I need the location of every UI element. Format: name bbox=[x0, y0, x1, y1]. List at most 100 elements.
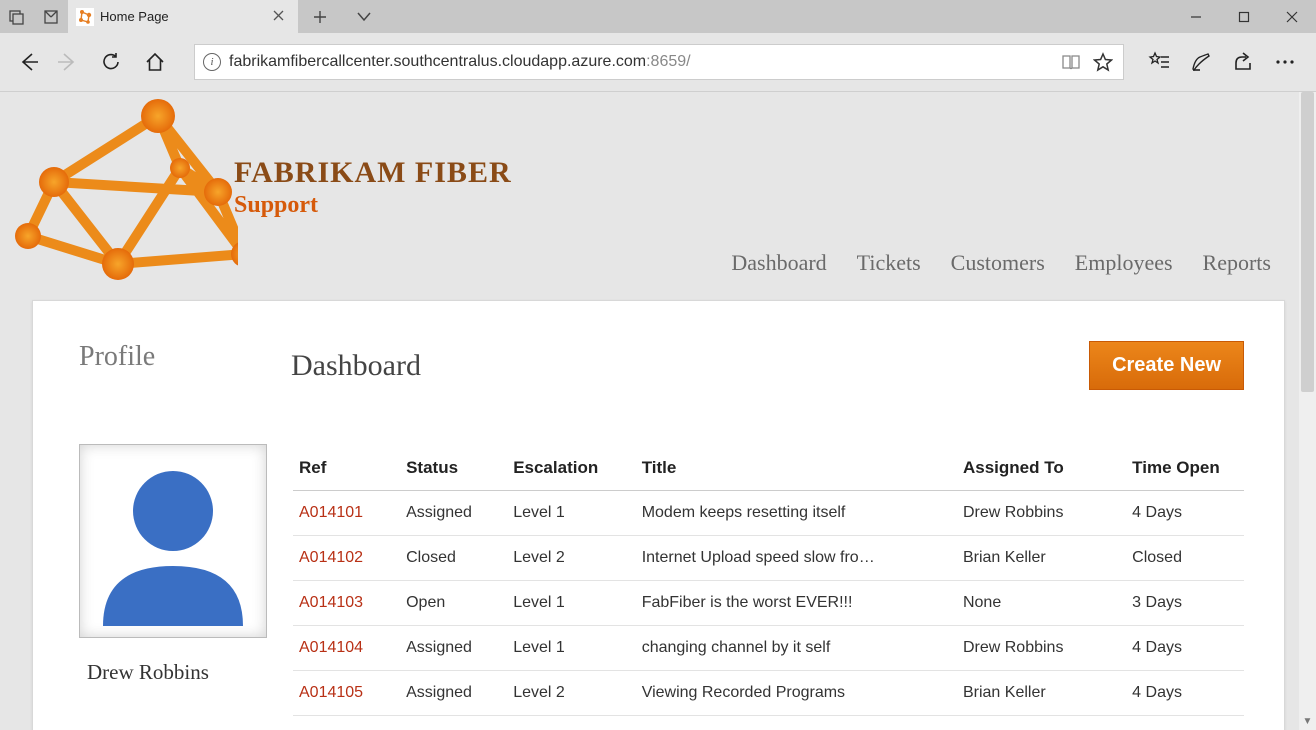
nav-customers[interactable]: Customers bbox=[951, 250, 1045, 276]
scroll-down-icon[interactable]: ▼ bbox=[1299, 713, 1316, 730]
cell-escalation: Level 1 bbox=[507, 626, 636, 671]
cell-status: Assigned bbox=[400, 626, 507, 671]
page-content: FABRIKAM FIBER Support Dashboard Tickets… bbox=[0, 92, 1299, 730]
table-row: A014102ClosedLevel 2Internet Upload spee… bbox=[293, 536, 1244, 581]
dashboard-heading: Dashboard bbox=[291, 349, 421, 383]
col-status: Status bbox=[400, 444, 507, 491]
content-body: Drew Robbins Ref Status Escalation Ti bbox=[79, 444, 1244, 716]
cell-time: Closed bbox=[1126, 536, 1244, 581]
browser-tab[interactable]: Home Page bbox=[68, 0, 298, 33]
cell-status: Assigned bbox=[400, 671, 507, 716]
nav-reports[interactable]: Reports bbox=[1203, 250, 1271, 276]
table-row: A014104 AssignedLevel 1changing channel b… bbox=[293, 626, 1244, 671]
col-escalation: Escalation bbox=[507, 444, 636, 491]
cell-ref: A014104 bbox=[293, 626, 400, 671]
reading-view-icon[interactable] bbox=[1059, 50, 1083, 74]
nav-employees[interactable]: Employees bbox=[1075, 250, 1173, 276]
tickets-table-wrap: Ref Status Escalation Title Assigned To … bbox=[293, 444, 1244, 716]
cell-title: Modem keeps resetting itself bbox=[636, 491, 957, 536]
maximize-button[interactable] bbox=[1220, 0, 1268, 33]
notes-icon[interactable] bbox=[1180, 43, 1222, 81]
col-ref: Ref bbox=[293, 444, 400, 491]
page-viewport: FABRIKAM FIBER Support Dashboard Tickets… bbox=[0, 92, 1316, 730]
cell-assigned: Brian Keller bbox=[957, 536, 1126, 581]
titlebar-left: Home Page bbox=[0, 0, 386, 33]
window-controls bbox=[1172, 0, 1316, 33]
tab-close-icon[interactable] bbox=[268, 8, 288, 26]
tickets-table: Ref Status Escalation Title Assigned To … bbox=[293, 444, 1244, 716]
address-bar[interactable]: i fabrikamfibercallcenter.southcentralus… bbox=[194, 44, 1124, 80]
brand-block: FABRIKAM FIBER Support bbox=[234, 156, 512, 219]
table-row: A014103OpenLevel 1FabFiber is the worst … bbox=[293, 581, 1244, 626]
cell-title: changing channel by it self bbox=[636, 626, 957, 671]
content-top: Profile Dashboard Create New bbox=[79, 341, 1244, 390]
profile-column: Profile bbox=[79, 341, 291, 373]
vertical-scrollbar[interactable]: ▲ ▼ bbox=[1299, 92, 1316, 730]
close-window-button[interactable] bbox=[1268, 0, 1316, 33]
refresh-button[interactable] bbox=[92, 43, 130, 81]
site-info-icon[interactable]: i bbox=[203, 53, 221, 71]
ticket-ref-link[interactable]: A014102 bbox=[299, 549, 363, 566]
cell-ref: A014101 bbox=[293, 491, 400, 536]
main-nav: Dashboard Tickets Customers Employees Re… bbox=[731, 250, 1271, 276]
profile-username: Drew Robbins bbox=[87, 660, 267, 685]
cell-time: 4 Days bbox=[1126, 626, 1244, 671]
tabs-aside-icon[interactable] bbox=[0, 0, 34, 33]
profile-heading: Profile bbox=[79, 341, 291, 373]
brand-title: FABRIKAM FIBER bbox=[234, 156, 512, 190]
settings-more-icon[interactable] bbox=[1264, 43, 1306, 81]
cell-escalation: Level 1 bbox=[507, 491, 636, 536]
ticket-ref-link[interactable]: A014101 bbox=[299, 504, 363, 521]
favorites-list-icon[interactable] bbox=[1138, 43, 1180, 81]
favorite-star-icon[interactable] bbox=[1091, 50, 1115, 74]
url-text: fabrikamfibercallcenter.southcentralus.c… bbox=[229, 53, 1051, 71]
cell-escalation: Level 2 bbox=[507, 536, 636, 581]
cell-ref: A014102 bbox=[293, 536, 400, 581]
col-assigned: Assigned To bbox=[957, 444, 1126, 491]
site-logo-icon bbox=[8, 96, 228, 321]
new-tab-button[interactable] bbox=[298, 0, 342, 33]
cell-ref: A014103 bbox=[293, 581, 400, 626]
cell-assigned: None bbox=[957, 581, 1126, 626]
content-card: Profile Dashboard Create New Drew Robbin… bbox=[32, 300, 1285, 730]
nav-dashboard[interactable]: Dashboard bbox=[731, 250, 826, 276]
cell-title: FabFiber is the worst EVER!!! bbox=[636, 581, 957, 626]
tab-title: Home Page bbox=[100, 9, 262, 24]
cell-status: Open bbox=[400, 581, 507, 626]
table-header-row: Ref Status Escalation Title Assigned To … bbox=[293, 444, 1244, 491]
share-icon[interactable] bbox=[1222, 43, 1264, 81]
home-button[interactable] bbox=[136, 43, 174, 81]
site-header: FABRIKAM FIBER Support Dashboard Tickets… bbox=[0, 92, 1299, 300]
nav-tickets[interactable]: Tickets bbox=[857, 250, 921, 276]
profile-block: Drew Robbins bbox=[79, 444, 267, 716]
ticket-ref-link[interactable]: A014104 bbox=[299, 639, 363, 656]
cell-status: Assigned bbox=[400, 491, 507, 536]
table-row: A014105 AssignedLevel 2Viewing Recorded P… bbox=[293, 671, 1244, 716]
ticket-ref-link[interactable]: A014105 bbox=[299, 684, 363, 701]
cell-assigned: Brian Keller bbox=[957, 671, 1126, 716]
back-button[interactable] bbox=[10, 43, 48, 81]
titlebar: Home Page bbox=[0, 0, 1316, 33]
cell-status: Closed bbox=[400, 536, 507, 581]
cell-time: 4 Days bbox=[1126, 671, 1244, 716]
cell-title: Internet Upload speed slow fro… bbox=[636, 536, 957, 581]
cell-ref: A014105 bbox=[293, 671, 400, 716]
cell-assigned: Drew Robbins bbox=[957, 626, 1126, 671]
avatar bbox=[79, 444, 267, 638]
minimize-button[interactable] bbox=[1172, 0, 1220, 33]
brand-subtitle: Support bbox=[234, 192, 512, 219]
recent-tabs-icon[interactable] bbox=[34, 0, 68, 33]
forward-button[interactable] bbox=[48, 43, 86, 81]
tab-preview-icon[interactable] bbox=[342, 0, 386, 33]
col-time: Time Open bbox=[1126, 444, 1244, 491]
tab-favicon-icon bbox=[76, 8, 94, 26]
create-new-button[interactable]: Create New bbox=[1089, 341, 1244, 390]
cell-title: Viewing Recorded Programs bbox=[636, 671, 957, 716]
ticket-ref-link[interactable]: A014103 bbox=[299, 594, 363, 611]
browser-toolbar: i fabrikamfibercallcenter.southcentralus… bbox=[0, 33, 1316, 92]
scroll-thumb[interactable] bbox=[1301, 92, 1314, 392]
cell-assigned: Drew Robbins bbox=[957, 491, 1126, 536]
cell-escalation: Level 2 bbox=[507, 671, 636, 716]
col-title: Title bbox=[636, 444, 957, 491]
table-row: A014101 AssignedLevel 1Modem keeps resett… bbox=[293, 491, 1244, 536]
